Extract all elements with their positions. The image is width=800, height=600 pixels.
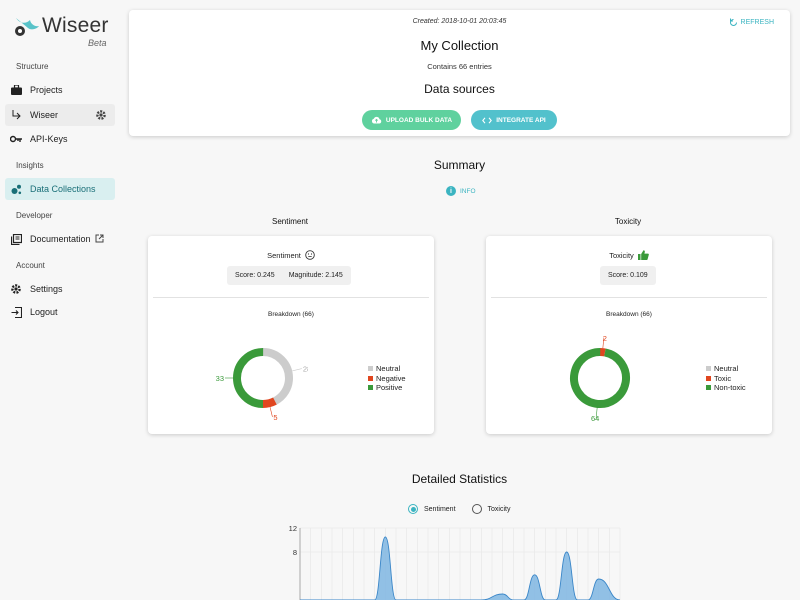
entry-count: Contains 66 entries	[427, 62, 492, 71]
sidebar-item-label: Documentation	[30, 234, 91, 244]
upload-bulk-data-button[interactable]: UPLOAD BULK DATA	[362, 110, 461, 130]
toxicity-card-title: Toxicity	[486, 250, 772, 260]
toxicity-radio-label: Toxicity	[487, 505, 511, 513]
sentiment-score: Score: 0.245	[235, 272, 275, 279]
sentiment-card: Sentiment Score: 0.245 Magnitude: 2.145 …	[148, 236, 434, 434]
integrate-api-button[interactable]: INTEGRATE API	[471, 110, 557, 130]
neutral-face-icon	[305, 250, 315, 260]
sidebar-item-projects[interactable]: Projects	[5, 79, 115, 101]
sidebar-item-data-collections[interactable]: Data Collections	[5, 178, 115, 200]
donut-leader-line	[292, 368, 302, 372]
sentiment-radio-label: Sentiment	[424, 505, 456, 513]
sidebar-item-logout[interactable]: Logout	[5, 301, 115, 323]
stats-mode-selector: Sentiment Toxicity	[408, 504, 510, 514]
data-sources-heading: Data sources	[424, 82, 495, 96]
toxicity-title-label: Toxicity	[609, 250, 634, 260]
divider	[153, 297, 429, 298]
legend-item-positive: Positive	[368, 383, 406, 393]
sidebar-item-label: Wiseer	[30, 110, 59, 120]
info-button[interactable]: i INFO	[446, 186, 476, 196]
sentiment-radio[interactable]	[408, 504, 418, 514]
code-icon	[482, 116, 493, 124]
legend-item-negative: Negative	[368, 374, 406, 384]
y-tick-label: 8	[293, 548, 297, 557]
summary-heading: Summary	[433, 158, 486, 172]
info-label: INFO	[460, 187, 476, 195]
toxicity-radio[interactable]	[471, 504, 482, 514]
toxicity-donut-chart: 2 64	[570, 334, 630, 423]
toxicity-score-pill: Score: 0.109	[600, 266, 656, 285]
toxicity-score: Score: 0.109	[608, 272, 648, 279]
integrate-label: INTEGRATE API	[496, 116, 546, 124]
section-structure: Structure	[16, 62, 49, 71]
sidebar-item-label: Projects	[30, 85, 63, 95]
sidebar-item-api-keys[interactable]: API-Keys	[5, 128, 115, 150]
external-link-icon	[95, 234, 107, 246]
donut-data-label: 2	[603, 334, 607, 343]
sidebar-item-label: API-Keys	[30, 134, 68, 144]
y-tick-label: 12	[289, 524, 297, 533]
logo[interactable]: Wiseer Beta	[14, 12, 114, 52]
sentiment-magnitude: Magnitude: 2.145	[288, 272, 343, 279]
sentiment-title-label: Sentiment	[267, 250, 301, 260]
sidebar-item-label: Logout	[30, 307, 58, 317]
sidebar: Wiseer Beta Structure Projects Wiseer AP…	[0, 0, 120, 600]
sidebar-item-label: Settings	[30, 284, 63, 294]
gear-icon[interactable]	[95, 109, 107, 121]
sentiment-donut-chart: 28 5 33	[216, 348, 308, 422]
section-developer: Developer	[16, 211, 53, 220]
collection-card: Created: 2018-10-01 20:03:45 REFRESH My …	[129, 10, 790, 136]
sentiment-legend: Neutral Negative Positive	[368, 364, 406, 393]
sidebar-item-wiseer[interactable]: Wiseer	[5, 104, 115, 126]
legend-item-neutral: Neutral	[368, 364, 406, 374]
brand-tag: Beta	[88, 38, 107, 48]
donut-leader-line	[269, 407, 273, 417]
brand-name: Wiseer	[42, 14, 109, 37]
sidebar-item-documentation[interactable]: Documentation	[5, 228, 115, 250]
detailed-statistics-chart: 12 8	[289, 524, 621, 600]
detailed-statistics-heading: Detailed Statistics	[411, 472, 508, 486]
toxicity-card: Toxicity Score: 0.109 Breakdown (66) 2 64…	[486, 236, 772, 434]
info-icon: i	[446, 186, 456, 196]
divider	[491, 297, 767, 298]
refresh-label: REFRESH	[740, 19, 774, 26]
page-title: My Collection	[420, 38, 499, 53]
sentiment-section-label: Sentiment	[271, 217, 309, 226]
cloud-upload-icon	[371, 116, 382, 124]
briefcase-icon	[10, 84, 22, 96]
legend-item-non-toxic: Non-toxic	[706, 383, 746, 393]
refresh-button[interactable]: REFRESH	[729, 18, 774, 27]
upload-label: UPLOAD BULK DATA	[385, 116, 453, 124]
legend-item-toxic: Toxic	[706, 374, 746, 384]
subdirectory-arrow-icon	[10, 109, 22, 121]
logout-icon	[10, 306, 22, 318]
owl-logo-icon	[15, 18, 39, 36]
legend-item-neutral: Neutral	[706, 364, 746, 374]
sidebar-item-settings[interactable]: Settings	[5, 278, 115, 300]
toxicity-breakdown-title: Breakdown (66)	[606, 311, 652, 318]
thumbs-up-icon	[637, 250, 649, 260]
donut-slice-non-toxic	[570, 348, 630, 408]
toxicity-section-label: Toxicity	[614, 217, 642, 226]
toxicity-legend: Neutral Toxic Non-toxic	[706, 364, 746, 393]
sentiment-card-title: Sentiment	[148, 250, 434, 260]
key-icon	[10, 133, 22, 145]
sentiment-breakdown-title: Breakdown (66)	[268, 311, 314, 318]
settings-icon	[10, 283, 22, 295]
donut-data-label: 33	[216, 374, 224, 383]
sidebar-item-label: Data Collections	[30, 184, 96, 194]
donut-data-label: 5	[273, 413, 277, 422]
created-timestamp: Created: 2018-10-01 20:03:45	[412, 18, 507, 25]
section-account: Account	[16, 261, 45, 270]
donut-data-label: 28	[303, 365, 308, 374]
donut-data-label: 64	[591, 414, 599, 423]
library-books-icon	[10, 233, 22, 245]
bubbles-icon	[10, 183, 22, 195]
refresh-icon	[729, 18, 737, 26]
section-insights: Insights	[16, 161, 44, 170]
sentiment-score-pill: Score: 0.245 Magnitude: 2.145	[227, 266, 351, 285]
